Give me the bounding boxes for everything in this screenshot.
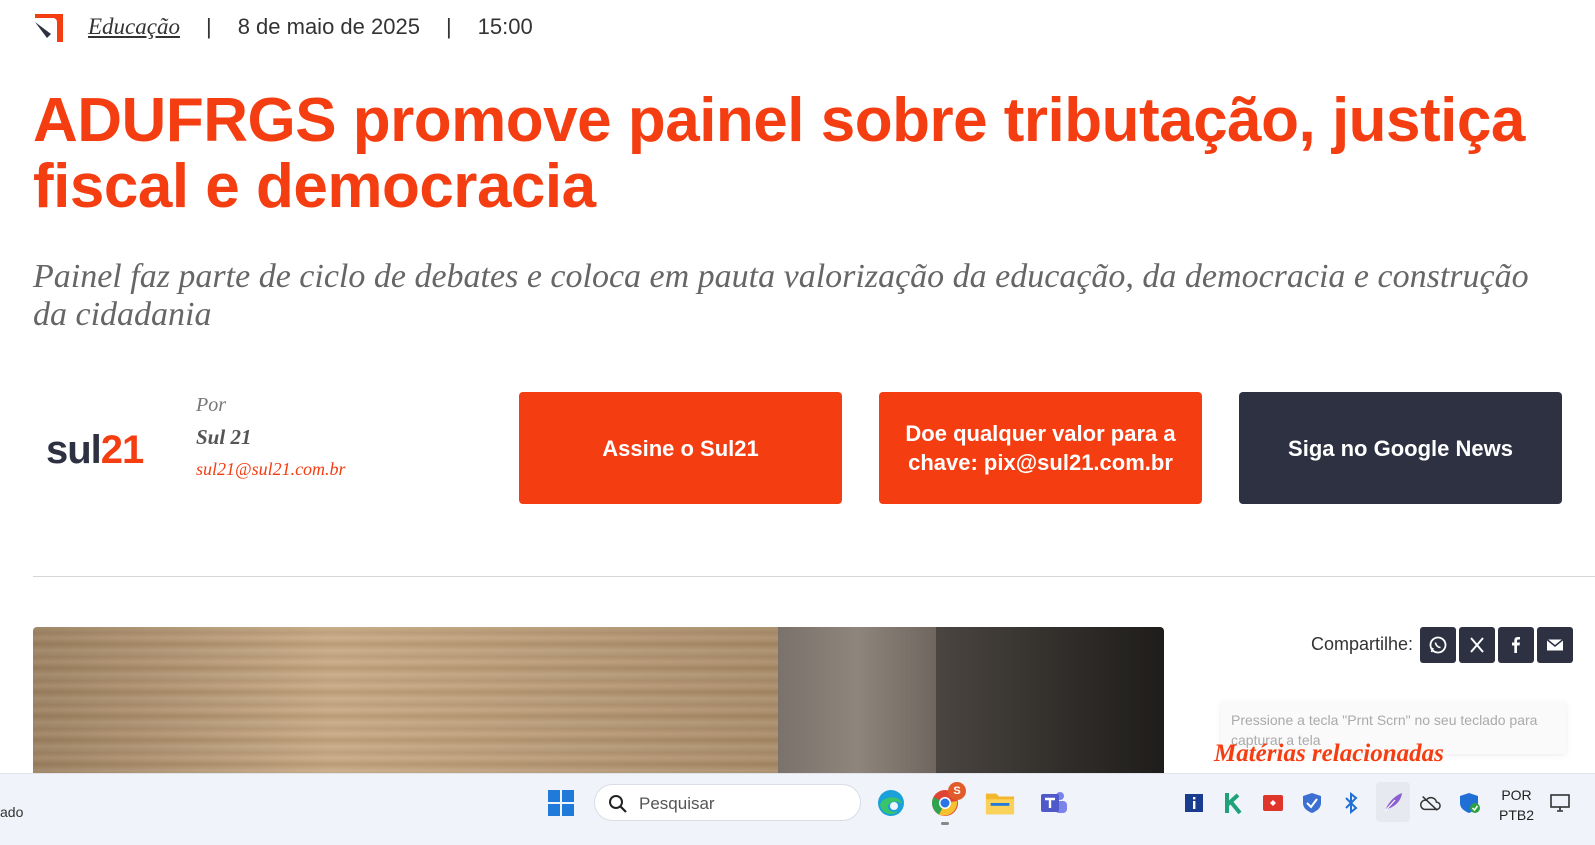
author-name[interactable]: Sul 21 xyxy=(196,425,251,450)
keyboard-layout: PTB2 xyxy=(1499,807,1535,823)
hero-image xyxy=(33,627,1164,786)
monitor-icon xyxy=(1550,794,1570,812)
tray-anydesk-app[interactable] xyxy=(1262,792,1284,814)
chrome-profile-badge: S xyxy=(948,782,966,800)
hero-dark-panel xyxy=(936,627,1164,786)
anydesk-icon xyxy=(1263,795,1283,811)
share-whatsapp-button[interactable] xyxy=(1420,627,1456,663)
taskbar-search-input[interactable]: Pesquisar xyxy=(594,784,861,821)
related-articles-heading: Matérias relacionadas xyxy=(1214,740,1444,767)
teams-icon xyxy=(1041,792,1067,813)
share-x-button[interactable] xyxy=(1459,627,1495,663)
taskbar-edge-button[interactable] xyxy=(876,788,906,818)
publish-date: 8 de maio de 2025 xyxy=(237,14,420,39)
donate-pix-label: Doe qualquer valor para a chave: pix@sul… xyxy=(905,421,1176,475)
tray-pen-app[interactable] xyxy=(1376,782,1410,822)
hero-wood-panel xyxy=(33,627,778,786)
info-icon xyxy=(1185,794,1203,812)
k-letter-icon xyxy=(1225,793,1242,814)
meta-separator: | xyxy=(445,14,452,39)
donate-pix-button[interactable]: Doe qualquer valor para a chave: pix@sul… xyxy=(879,392,1202,504)
author-logo-text: sul xyxy=(46,428,102,472)
share-email-button[interactable] xyxy=(1537,627,1573,663)
facebook-icon xyxy=(1512,637,1520,653)
article-subtitle: Painel faz parte de ciclo de debates e c… xyxy=(33,258,1529,333)
tray-security-app[interactable] xyxy=(1301,792,1323,814)
edge-icon xyxy=(878,790,904,816)
chrome-running-indicator xyxy=(941,822,949,825)
author-logo[interactable]: sul21 xyxy=(46,428,144,473)
author-email-link[interactable]: sul21@sul21.com.br xyxy=(196,459,346,480)
language-code: POR xyxy=(1501,787,1532,803)
article-title: ADUFRGS promove painel sobre tributação,… xyxy=(33,86,1525,221)
x-icon xyxy=(1470,637,1484,653)
share-facebook-button[interactable] xyxy=(1498,627,1534,663)
windows-start-button[interactable] xyxy=(546,788,576,818)
tray-display-button[interactable] xyxy=(1550,792,1572,814)
search-placeholder: Pesquisar xyxy=(639,794,715,813)
taskbar-explorer-button[interactable] xyxy=(985,788,1015,818)
tray-k-app[interactable] xyxy=(1223,792,1245,814)
taskbar-left-text[interactable]: ado xyxy=(0,804,23,820)
meta-separator: | xyxy=(205,14,212,39)
article-meta: Educação | 8 de maio de 2025 | 15:00 xyxy=(88,12,533,42)
hero-felt-panel xyxy=(778,627,936,786)
windows-taskbar: ado Pesquisar S POR PTB2 xyxy=(0,773,1595,845)
taskbar-teams-button[interactable] xyxy=(1038,788,1068,818)
tray-onedrive[interactable] xyxy=(1419,792,1441,814)
taskbar-chrome-button[interactable]: S xyxy=(930,782,966,818)
shield-check-icon xyxy=(1460,793,1480,813)
subscribe-button[interactable]: Assine o Sul21 xyxy=(519,392,842,504)
author-by-label: Por xyxy=(196,394,226,416)
author-logo-number: 21 xyxy=(100,428,144,472)
section-divider xyxy=(33,576,1595,577)
publish-time: 15:00 xyxy=(477,14,533,39)
feather-pen-icon xyxy=(1384,793,1402,812)
bluetooth-icon xyxy=(1345,792,1358,814)
tray-bluetooth[interactable] xyxy=(1340,792,1362,814)
google-news-button[interactable]: Siga no Google News xyxy=(1239,392,1562,504)
tray-info-app[interactable] xyxy=(1183,792,1205,814)
cloud-icon xyxy=(1420,796,1441,811)
search-icon xyxy=(609,795,627,813)
browser-page: Educação | 8 de maio de 2025 | 15:00 ADU… xyxy=(0,0,1595,786)
email-icon xyxy=(1546,638,1564,651)
share-label: Compartilhe: xyxy=(1311,634,1414,654)
language-indicator[interactable]: POR PTB2 xyxy=(1499,785,1534,825)
site-logo-icon[interactable] xyxy=(33,12,65,44)
folder-icon xyxy=(985,793,1015,815)
whatsapp-icon xyxy=(1429,636,1447,654)
category-link[interactable]: Educação xyxy=(88,14,180,40)
tray-defender[interactable] xyxy=(1459,792,1481,814)
windows-icon xyxy=(548,790,574,816)
shield-icon xyxy=(1303,793,1321,813)
